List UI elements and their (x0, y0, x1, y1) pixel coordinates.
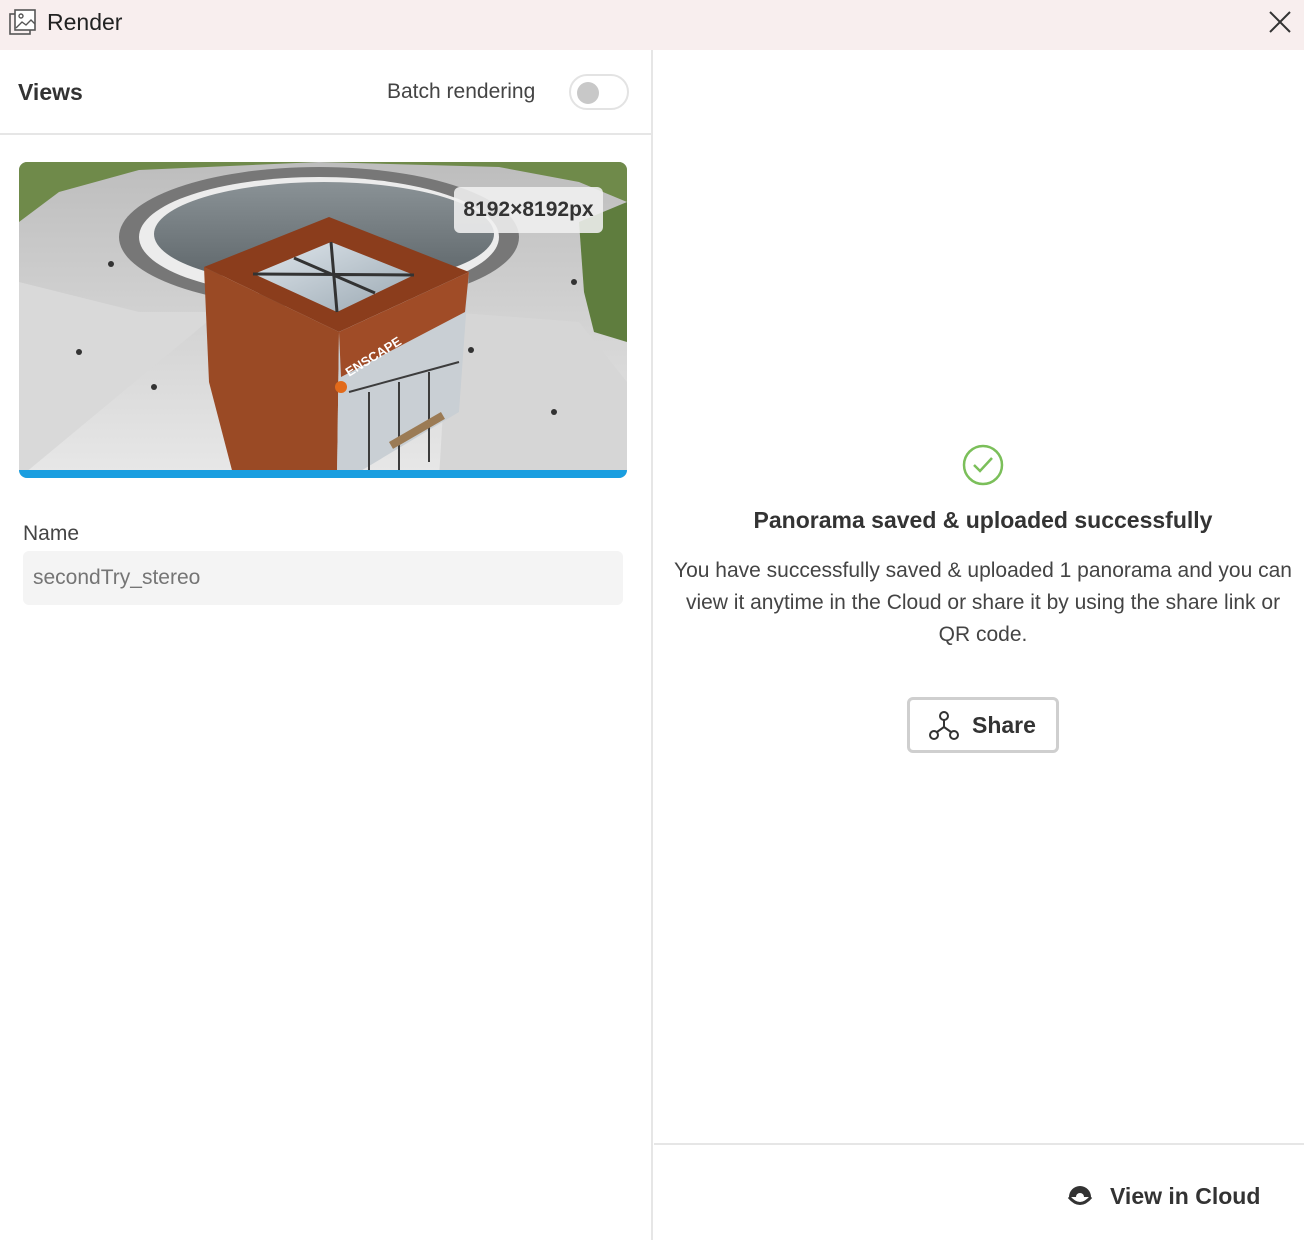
thumbnail-progress-bar (19, 470, 627, 478)
name-input[interactable] (23, 551, 623, 605)
close-icon[interactable] (1264, 6, 1296, 38)
name-label: Name (23, 522, 80, 545)
cloud-view-icon (1067, 1186, 1093, 1205)
views-title: Views (18, 79, 83, 105)
check-circle-icon (962, 444, 1004, 486)
view-thumbnail[interactable]: ENSCAPE 8192×8192px (19, 162, 627, 478)
result-panel: Panorama saved & uploaded successfully Y… (654, 50, 1304, 1240)
images-icon (9, 9, 36, 35)
share-icon (929, 711, 959, 740)
title-bar: Render (0, 0, 1304, 50)
share-button-label: Share (972, 712, 1036, 738)
view-in-cloud-button[interactable]: View in Cloud (1064, 1175, 1284, 1219)
share-button[interactable]: Share (907, 697, 1059, 753)
footer: View in Cloud (654, 1143, 1304, 1240)
batch-rendering-toggle[interactable] (569, 74, 629, 110)
views-header: Views Batch rendering (0, 50, 651, 135)
success-title: Panorama saved & uploaded successfully (753, 507, 1213, 533)
window-title: Render (47, 9, 123, 35)
batch-rendering-label: Batch rendering (387, 80, 536, 103)
views-panel: Views Batch rendering ENSCAPE 8192×8192p… (0, 50, 653, 1240)
view-in-cloud-label: View in Cloud (1110, 1183, 1261, 1209)
success-message: You have successfully saved & uploaded 1… (674, 559, 1292, 646)
toggle-knob (577, 82, 599, 104)
resolution-badge: 8192×8192px (454, 187, 603, 233)
